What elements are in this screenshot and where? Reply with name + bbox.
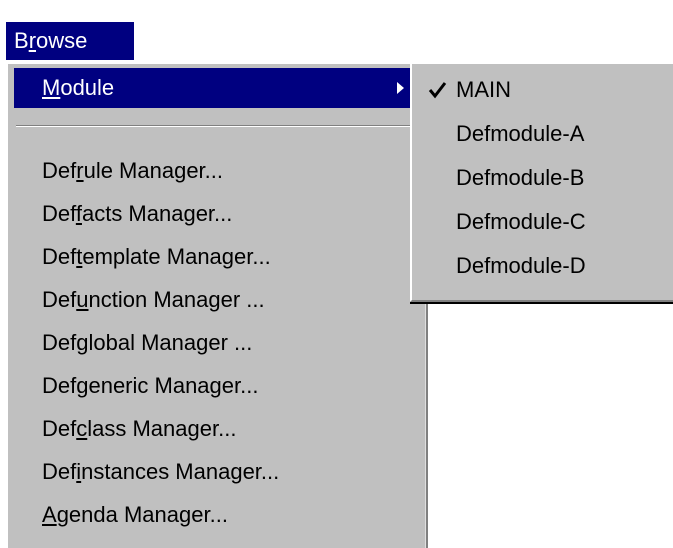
menu-item-deffunction-manager[interactable]: Defunction Manager ...: [14, 280, 418, 320]
chevron-right-icon: [397, 82, 404, 94]
menu-item-deftemplate-manager[interactable]: Deftemplate Manager...: [14, 237, 418, 277]
submenu-item-label: Defmodule-C: [456, 209, 586, 234]
submenu-item-defmodule-d[interactable]: Defmodule-D: [416, 244, 671, 288]
menu-separator: [16, 125, 418, 127]
menu-item-agenda-manager[interactable]: Agenda Manager...: [14, 495, 418, 535]
menu-item-defgeneric-manager[interactable]: Defgeneric Manager...: [14, 366, 418, 406]
menu-item-label: Deffacts Manager...: [42, 201, 233, 226]
menu-item-label: Deftemplate Manager...: [42, 244, 271, 269]
menu-item-module[interactable]: Module: [14, 68, 418, 108]
check-icon: [426, 68, 450, 112]
submenu-item-defmodule-c[interactable]: Defmodule-C: [416, 200, 671, 244]
menu-item-label: Agenda Manager...: [42, 502, 228, 527]
menubar-browse-label: Browse: [14, 28, 88, 53]
menu-item-defclass-manager[interactable]: Defclass Manager...: [14, 409, 418, 449]
submenu-item-defmodule-b[interactable]: Defmodule-B: [416, 156, 671, 200]
submenu-item-defmodule-a[interactable]: Defmodule-A: [416, 112, 671, 156]
submenu-item-label: Defmodule-A: [456, 121, 585, 146]
submenu-item-main[interactable]: MAIN: [416, 68, 671, 112]
menu-item-label: Module: [42, 75, 115, 100]
menu-item-defglobal-manager[interactable]: Defglobal Manager ...: [14, 323, 418, 363]
menu-item-defrule-manager[interactable]: Defrule Manager...: [14, 151, 418, 191]
menu-item-label: Defrule Manager...: [42, 158, 224, 183]
browse-menu: Module Defrule Manager... Deffacts Manag…: [6, 62, 428, 548]
submenu-item-label: Defmodule-B: [456, 165, 585, 190]
menu-item-label: Definstances Manager...: [42, 459, 280, 484]
menu-item-deffacts-manager[interactable]: Deffacts Manager...: [14, 194, 418, 234]
menu-item-label: Defglobal Manager ...: [42, 330, 253, 355]
menu-item-definstances-manager[interactable]: Definstances Manager...: [14, 452, 418, 492]
menu-item-label: Defgeneric Manager...: [42, 373, 259, 398]
menu-item-label: Defclass Manager...: [42, 416, 237, 441]
menubar-browse[interactable]: Browse: [6, 22, 134, 60]
submenu-item-label: Defmodule-D: [456, 253, 586, 278]
submenu-item-label: MAIN: [456, 77, 511, 102]
menu-item-label: Defunction Manager ...: [42, 287, 265, 312]
module-submenu: MAIN Defmodule-A Defmodule-B Defmodule-C…: [410, 62, 673, 302]
